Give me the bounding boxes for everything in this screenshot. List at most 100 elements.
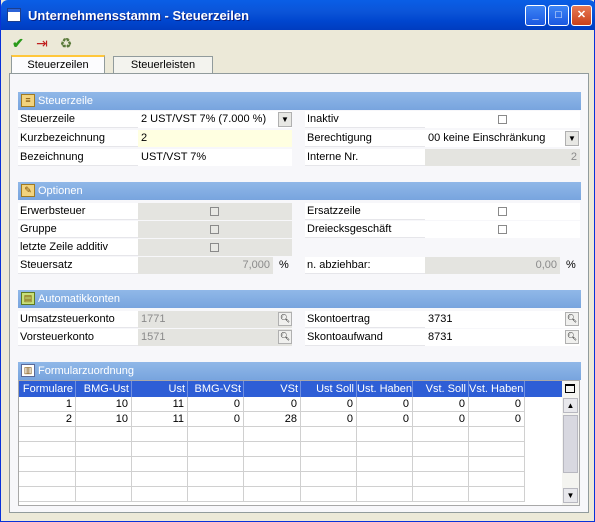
column-header[interactable]: VSt [244, 381, 301, 397]
table-cell[interactable] [357, 457, 413, 472]
table-cell[interactable] [244, 472, 301, 487]
table-cell[interactable] [301, 472, 357, 487]
table-cell[interactable]: 0 [469, 397, 525, 412]
berechtigung-combo[interactable]: 00 keine Einschränkung [425, 130, 580, 147]
search-icon[interactable]: 🔍︎ [278, 330, 292, 344]
table-cell[interactable] [188, 457, 244, 472]
table-cell[interactable] [469, 472, 525, 487]
table-cell[interactable] [469, 442, 525, 457]
umsatzsteuerkonto-field[interactable]: 1771 [138, 311, 292, 328]
table-cell[interactable] [413, 427, 469, 442]
table-cell[interactable]: 10 [76, 397, 132, 412]
table-row[interactable]: 2 10 11 0 28 0 0 0 0 [19, 412, 562, 427]
scroll-down-icon[interactable]: ▼ [563, 488, 578, 503]
table-cell[interactable] [19, 487, 76, 502]
steuersatz-field[interactable]: 7,000 [138, 257, 273, 274]
title-bar[interactable]: Unternehmensstamm - Steuerzeilen _ □ ✕ [1, 0, 595, 30]
table-row[interactable] [19, 427, 562, 442]
table-cell[interactable] [469, 487, 525, 502]
table-cell[interactable] [469, 457, 525, 472]
minimize-button[interactable]: _ [525, 5, 546, 26]
table-row[interactable] [19, 457, 562, 472]
table-cell[interactable] [19, 457, 76, 472]
table-cell[interactable] [132, 427, 188, 442]
column-header[interactable]: Ust. Haben [357, 381, 413, 397]
table-cell[interactable] [132, 442, 188, 457]
table-cell[interactable] [188, 487, 244, 502]
table-cell[interactable]: 1 [19, 397, 76, 412]
column-chooser-icon[interactable] [562, 381, 579, 397]
table-cell[interactable] [301, 442, 357, 457]
grid-scrollbar[interactable]: ▲ ▼ [562, 397, 579, 505]
dreiecksgeschaeft-checkbox[interactable] [498, 225, 507, 234]
table-cell[interactable] [301, 487, 357, 502]
table-row[interactable] [19, 472, 562, 487]
bezeichnung-field[interactable]: UST/VST 7% [138, 149, 292, 166]
table-cell[interactable] [301, 427, 357, 442]
table-cell[interactable]: 0 [413, 412, 469, 427]
table-cell[interactable] [132, 472, 188, 487]
table-cell[interactable] [76, 487, 132, 502]
column-header[interactable]: Vst. Soll [413, 381, 469, 397]
table-cell[interactable] [244, 427, 301, 442]
table-cell[interactable]: 0 [469, 412, 525, 427]
table-row[interactable] [19, 442, 562, 457]
table-cell[interactable] [244, 457, 301, 472]
chevron-down-icon[interactable]: ▼ [278, 112, 292, 127]
kurzbezeichnung-field[interactable]: 2 [138, 130, 292, 147]
table-cell[interactable]: 11 [132, 412, 188, 427]
table-cell[interactable] [19, 427, 76, 442]
table-cell[interactable] [76, 472, 132, 487]
table-cell[interactable] [19, 472, 76, 487]
column-header[interactable]: Vst. Haben [469, 381, 525, 397]
table-cell[interactable]: 0 [413, 397, 469, 412]
table-cell[interactable] [469, 427, 525, 442]
erwerbsteuer-checkbox[interactable] [210, 207, 219, 216]
recycle-bin-icon[interactable]: ♻ [57, 34, 75, 52]
table-cell[interactable] [132, 457, 188, 472]
table-cell[interactable]: 0 [357, 412, 413, 427]
table-cell[interactable] [357, 427, 413, 442]
table-cell[interactable]: 10 [76, 412, 132, 427]
abziehbar-field[interactable]: 0,00 [425, 257, 560, 274]
table-cell[interactable]: 28 [244, 412, 301, 427]
table-row[interactable]: 1 10 11 0 0 0 0 0 0 [19, 397, 562, 412]
column-header[interactable]: BMG-VSt [188, 381, 244, 397]
scroll-thumb[interactable] [563, 415, 578, 473]
chevron-down-icon[interactable]: ▼ [565, 131, 579, 146]
table-cell[interactable] [357, 442, 413, 457]
letzte-zeile-checkbox[interactable] [210, 243, 219, 252]
table-cell[interactable]: 2 [19, 412, 76, 427]
scroll-up-icon[interactable]: ▲ [563, 398, 578, 413]
column-header[interactable]: Ust [132, 381, 188, 397]
table-cell[interactable]: 11 [132, 397, 188, 412]
column-header[interactable]: BMG-Ust [76, 381, 132, 397]
exit-door-icon[interactable]: ⇥ [33, 34, 51, 52]
search-icon[interactable]: 🔍︎ [565, 330, 579, 344]
table-cell[interactable] [357, 472, 413, 487]
table-cell[interactable] [76, 427, 132, 442]
table-cell[interactable]: 0 [188, 397, 244, 412]
table-cell[interactable]: 0 [357, 397, 413, 412]
gruppe-checkbox[interactable] [210, 225, 219, 234]
table-cell[interactable]: 0 [301, 397, 357, 412]
vorsteuerkonto-field[interactable]: 1571 [138, 329, 292, 346]
table-cell[interactable] [76, 442, 132, 457]
table-cell[interactable] [357, 487, 413, 502]
formular-grid[interactable]: Formulare BMG-Ust Ust BMG-VSt VSt Ust So… [18, 380, 580, 506]
ersatzzeile-checkbox[interactable] [498, 207, 507, 216]
confirm-checkmark-icon[interactable]: ✔ [9, 34, 27, 52]
tab-steuerzeilen[interactable]: Steuerzeilen [11, 55, 105, 74]
table-cell[interactable] [244, 442, 301, 457]
skontoaufwand-field[interactable]: 8731 [425, 329, 580, 346]
inaktiv-checkbox[interactable] [498, 115, 507, 124]
table-cell[interactable]: 0 [188, 412, 244, 427]
table-cell[interactable] [188, 442, 244, 457]
column-header[interactable]: Formulare [19, 381, 76, 397]
table-cell[interactable] [76, 457, 132, 472]
tab-steuerleisten[interactable]: Steuerleisten [113, 56, 213, 74]
table-cell[interactable] [301, 457, 357, 472]
column-header[interactable]: Ust Soll [301, 381, 357, 397]
search-icon[interactable]: 🔍︎ [278, 312, 292, 326]
steuerzeile-combo[interactable]: 2 UST/VST 7% (7.000 %) [138, 111, 292, 128]
